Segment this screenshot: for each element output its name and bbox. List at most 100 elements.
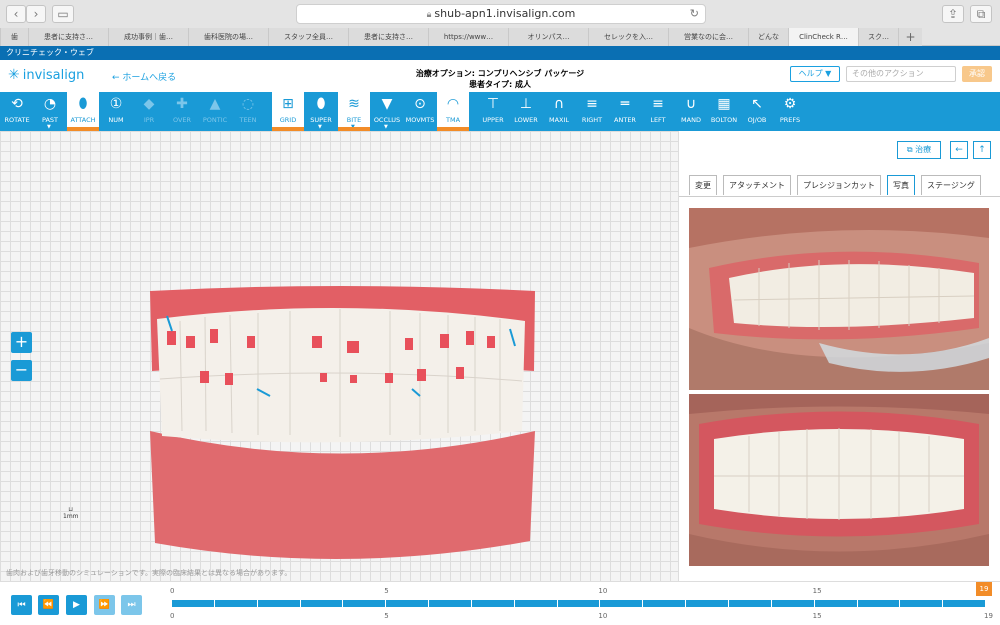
- intraoral-photo-frontal[interactable]: [689, 394, 989, 566]
- tool-grid[interactable]: ⊞ GRID: [272, 92, 304, 131]
- tool-num[interactable]: ① NUM: [100, 92, 132, 131]
- tool-upper[interactable]: ⊤ UPPER: [477, 92, 509, 131]
- browser-tab[interactable]: 患者に支持さ…: [28, 28, 108, 46]
- treatment-button[interactable]: ⧉ 治療: [897, 141, 941, 159]
- zoom-in-button[interactable]: +: [11, 332, 32, 353]
- play-button[interactable]: ▶: [66, 595, 87, 615]
- tool-rotate[interactable]: ⟲ ROTATE: [1, 92, 33, 131]
- home-link[interactable]: ← ホームへ戻る: [112, 70, 176, 83]
- current-stage-marker[interactable]: 19: [976, 582, 992, 596]
- tool-anter[interactable]: ═ ANTER: [609, 92, 641, 131]
- tool-bite[interactable]: ≋ BITE ▼: [338, 92, 370, 131]
- panel-back-button[interactable]: ←: [950, 141, 968, 159]
- panel-tab[interactable]: 変更: [689, 175, 717, 195]
- panel-up-button[interactable]: ↑: [973, 141, 991, 159]
- browser-tab[interactable]: スタッフ全員…: [268, 28, 348, 46]
- panel-tab[interactable]: プレシジョンカット: [797, 175, 881, 195]
- stage-segment[interactable]: [514, 600, 558, 607]
- stage-segment[interactable]: [343, 600, 387, 607]
- tick-label-bottom: 0: [170, 612, 175, 620]
- sidebar-toggle-button[interactable]: ▭: [52, 5, 74, 23]
- tool-prefs[interactable]: ⚙ PREFS: [774, 92, 806, 131]
- zoom-out-button[interactable]: −: [11, 360, 32, 381]
- stage-segment[interactable]: [686, 600, 729, 607]
- browser-tab[interactable]: ClinCheck R…: [788, 28, 858, 46]
- 3d-viewer[interactable]: + − ⊔ 1mm 歯肉および歯牙移動のシミュレーションです。実際の臨床結果とは…: [0, 131, 678, 581]
- next-stage-button[interactable]: ⏩: [94, 595, 115, 615]
- browser-tab[interactable]: 歯科医院の場…: [188, 28, 268, 46]
- panel-tab[interactable]: アタッチメント: [723, 175, 791, 195]
- back-button[interactable]: ‹: [6, 5, 26, 23]
- tool-mand[interactable]: ∪ MAND: [675, 92, 707, 131]
- address-bar[interactable]: 🔒︎ shub-apn1.invisalign.com ↻: [296, 4, 706, 24]
- approve-button[interactable]: 承認: [962, 66, 992, 82]
- browser-tab[interactable]: 患者に支持さ…: [348, 28, 428, 46]
- last-stage-button[interactable]: ⏭: [121, 595, 142, 615]
- dental-model: [150, 286, 535, 560]
- stage-segment[interactable]: [429, 600, 472, 607]
- new-tab-button[interactable]: +: [898, 28, 922, 46]
- browser-tab[interactable]: 営業なのに会…: [668, 28, 748, 46]
- stage-segment[interactable]: [600, 600, 644, 607]
- tool-tma[interactable]: ◠ TMA: [437, 92, 469, 131]
- tool-past[interactable]: ◔ PAST ▼: [34, 92, 66, 131]
- caret-down-icon[interactable]: ▼: [384, 125, 388, 130]
- left-icon: ≡: [652, 96, 664, 112]
- stage-segment[interactable]: [814, 600, 858, 607]
- caret-down-icon[interactable]: ▼: [47, 125, 51, 130]
- tool-movmts[interactable]: ⊙ MOVMTS: [404, 92, 436, 131]
- caret-down-icon[interactable]: ▼: [351, 125, 355, 130]
- stage-segment[interactable]: [643, 600, 687, 607]
- treatment-info: 治療オプション: コンプリヘンシブ パッケージ 患者タイプ: 成人: [350, 68, 650, 90]
- help-button[interactable]: ヘルプ ▼: [790, 66, 840, 82]
- caret-down-icon[interactable]: ▼: [318, 125, 322, 130]
- stage-segment[interactable]: [943, 600, 987, 607]
- prev-stage-button[interactable]: ⏪: [38, 595, 59, 615]
- stage-segment[interactable]: [257, 600, 301, 607]
- browser-tab[interactable]: どんな: [748, 28, 788, 46]
- tool-left[interactable]: ≡ LEFT: [642, 92, 674, 131]
- stage-segment[interactable]: [471, 600, 515, 607]
- stage-segment[interactable]: [900, 600, 944, 607]
- tool-label: TEEN: [239, 116, 257, 124]
- browser-tab[interactable]: 成功事例｜歯…: [108, 28, 188, 46]
- tool-label: MAND: [681, 116, 701, 124]
- stage-segment[interactable]: [771, 600, 815, 607]
- first-stage-button[interactable]: ⏮: [11, 595, 32, 615]
- panel-tab[interactable]: ステージング: [921, 175, 981, 195]
- stage-segment[interactable]: [386, 600, 430, 607]
- tool-lower[interactable]: ⊥ LOWER: [510, 92, 542, 131]
- tool-pontic[interactable]: ▲ PONTIC: [199, 92, 231, 131]
- browser-tab[interactable]: セレックを入…: [588, 28, 668, 46]
- tool-bolton[interactable]: ▦ BOLTON: [708, 92, 740, 131]
- tool-right[interactable]: ≡ RIGHT: [576, 92, 608, 131]
- tool-super[interactable]: ⬮ SUPER ▼: [305, 92, 337, 131]
- forward-button[interactable]: ›: [26, 5, 46, 23]
- reload-icon[interactable]: ↻: [690, 5, 699, 23]
- chevron-left-icon: ‹: [13, 7, 19, 21]
- browser-tab[interactable]: https://www…: [428, 28, 508, 46]
- tool-maxil[interactable]: ∩ MAXIL: [543, 92, 575, 131]
- tool-attach[interactable]: ⬮ ATTACH: [67, 92, 99, 131]
- share-button[interactable]: ⇪: [942, 5, 964, 23]
- tool-teen[interactable]: ◌ TEEN: [232, 92, 264, 131]
- stage-segment[interactable]: [214, 600, 258, 607]
- invisalign-logo[interactable]: ✳ invisalign: [8, 67, 84, 83]
- tool-over[interactable]: ✚ OVER: [166, 92, 198, 131]
- tool-occlus[interactable]: ▼ OCCLUS ▼: [371, 92, 403, 131]
- stage-track[interactable]: [172, 600, 987, 607]
- stage-segment[interactable]: [300, 600, 344, 607]
- stage-segment[interactable]: [557, 600, 601, 607]
- stage-segment[interactable]: [857, 600, 901, 607]
- tab-overview-button[interactable]: ⧉: [970, 5, 992, 23]
- tool-oj-ob[interactable]: ↖ OJ/OB: [741, 92, 773, 131]
- browser-tab[interactable]: オリンパス…: [508, 28, 588, 46]
- panel-tab[interactable]: 写真: [887, 175, 915, 195]
- browser-tab[interactable]: スク…: [858, 28, 898, 46]
- intraoral-photo-lateral[interactable]: [689, 208, 989, 390]
- tool-ipr[interactable]: ◆ IPR: [133, 92, 165, 131]
- stage-segment[interactable]: [172, 600, 215, 607]
- other-actions-select[interactable]: その他のアクション: [846, 66, 956, 82]
- stage-segment[interactable]: [728, 600, 772, 607]
- browser-tab[interactable]: 歯: [0, 28, 28, 46]
